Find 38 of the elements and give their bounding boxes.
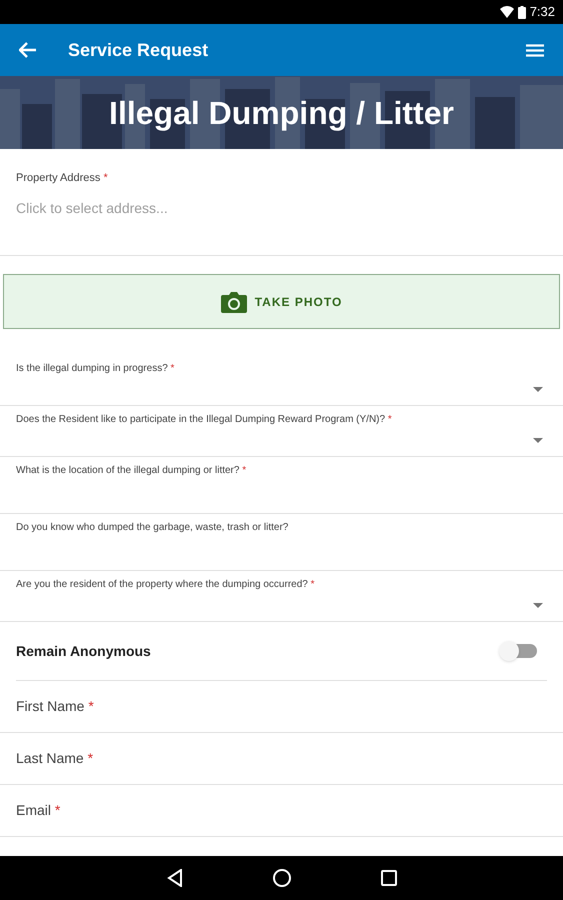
field-label: Property Address * [16, 171, 109, 186]
app-bar-title: Service Request [68, 38, 208, 62]
field-label: Do you know who dumped the garbage, waste, trash or litter? [16, 521, 290, 535]
camera-icon [220, 290, 247, 312]
text-field[interactable]: First Name * [0, 681, 563, 733]
home-circle-icon [272, 869, 290, 887]
dropdown-arrow-icon [533, 602, 543, 608]
text-field[interactable]: Do you know who dumped the garbage, waste, trash or litter? [0, 514, 563, 571]
field-label: Is the illegal dumping in progress? * [16, 362, 176, 376]
text-field[interactable]: Email * [0, 785, 563, 837]
dropdown-field[interactable]: Are you the resident of the property where the dumping occurred? * [0, 571, 563, 622]
text-field[interactable]: What is the location of the illegal dumping or litter? * [0, 457, 563, 514]
text-field[interactable]: Last Name * [0, 733, 563, 785]
status-time: 7:32 [530, 3, 555, 22]
address-placeholder: Click to select address... [16, 198, 169, 218]
address-field[interactable]: Property Address * Click to select address... [0, 149, 563, 256]
banner-title: Illegal Dumping / Litter [109, 94, 454, 133]
field-label: Are you the resident of the property where the dumping occurred? * [16, 578, 316, 592]
field-label: First Name * [16, 697, 94, 716]
recents-nav-button[interactable] [380, 870, 396, 886]
dropdown-field[interactable]: Is the illegal dumping in progress? * [0, 355, 563, 406]
back-nav-button[interactable] [166, 869, 182, 887]
field-label: Does the Resident like to participate in the Illegal Dumping Reward Program (Y/N)? * [16, 413, 393, 427]
field-label: Last Name * [16, 749, 94, 768]
anonymous-label: Remain Anonymous [16, 642, 151, 661]
take-photo-button[interactable]: TAKE PHOTO [3, 274, 560, 329]
back-arrow-icon [19, 42, 37, 58]
dropdown-arrow-icon [533, 438, 543, 442]
recents-square-icon [380, 870, 396, 886]
field-label: Email * [16, 801, 60, 820]
dropdown-arrow-icon [533, 386, 543, 392]
back-triangle-icon [166, 869, 182, 887]
wifi-icon [500, 6, 514, 18]
dropdown-field[interactable]: Does the Resident like to participate in the Illegal Dumping Reward Program (Y/N)? * [0, 406, 563, 457]
menu-icon [526, 44, 544, 56]
field-label: What is the location of the illegal dumping or litter? * [16, 464, 248, 478]
battery-icon [518, 6, 526, 18]
home-nav-button[interactable] [272, 869, 290, 887]
